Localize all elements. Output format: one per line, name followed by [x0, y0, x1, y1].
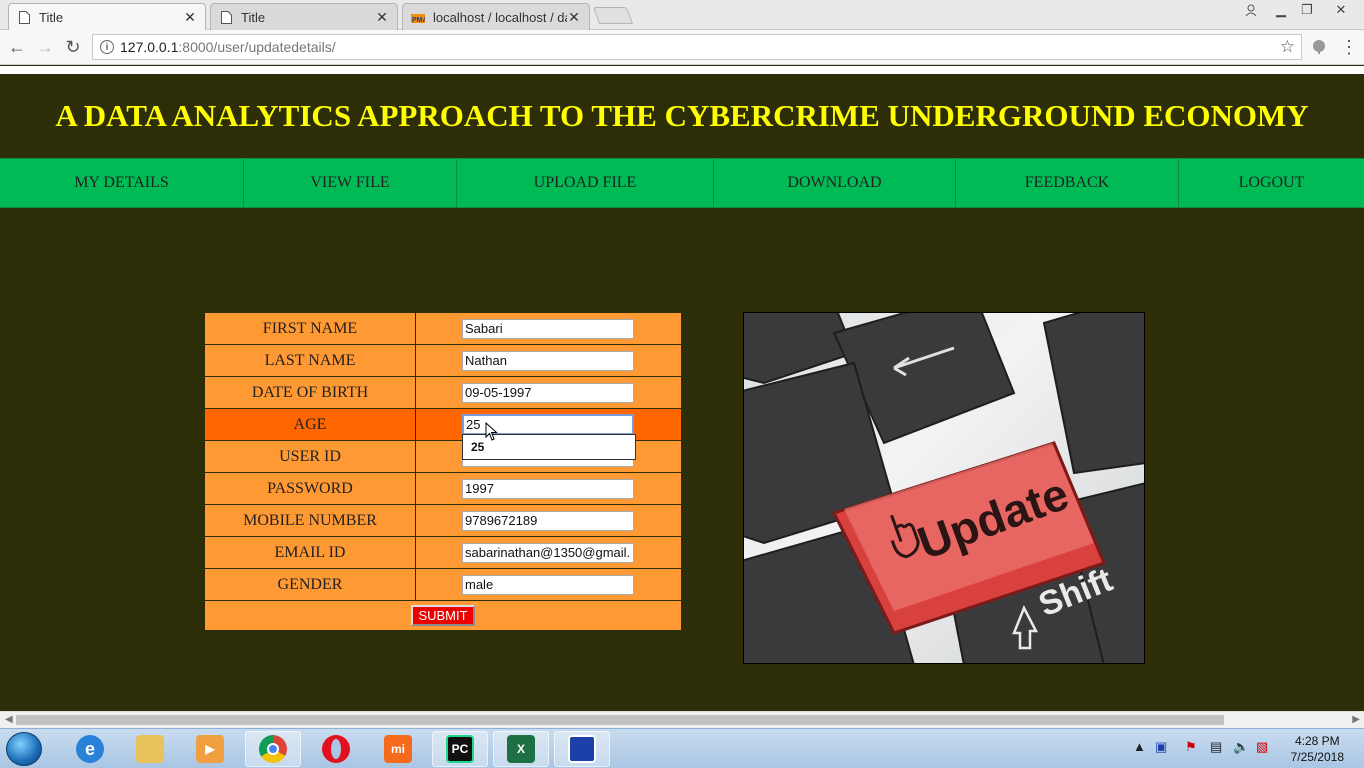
chrome-icon[interactable]	[245, 731, 301, 767]
nav-my-details[interactable]: MY DETAILS	[0, 159, 244, 207]
date-of-birth-label: DATE OF BIRTH	[204, 376, 416, 409]
snipping-tool-icon[interactable]	[554, 731, 610, 767]
close-window-icon[interactable]: ✕	[1326, 0, 1356, 20]
new-tab-button[interactable]	[592, 7, 634, 24]
url-path: :8000/user/updatedetails/	[178, 39, 336, 55]
email-id-input[interactable]	[462, 542, 634, 563]
email-id-label: EMAIL ID	[204, 536, 416, 569]
network-icon[interactable]: ▤	[1210, 739, 1222, 755]
browser-tab-2[interactable]: Title ✕	[210, 3, 398, 30]
gender-input[interactable]	[462, 574, 634, 595]
tab-title: Title	[241, 9, 266, 25]
update-details-form: FIRST NAME LAST NAME DATE OF BIRTH AGE U…	[204, 312, 682, 631]
forward-arrow-icon[interactable]: →	[34, 36, 56, 58]
back-arrow-icon[interactable]: ←	[6, 36, 28, 58]
address-bar[interactable]: i 127.0.0.1:8000/user/updatedetails/ ☆	[92, 34, 1302, 60]
start-button-icon[interactable]	[6, 732, 42, 766]
page-icon	[219, 10, 233, 24]
tray-app-icon[interactable]: ▣	[1155, 739, 1167, 755]
minimize-icon[interactable]: ▁	[1270, 0, 1292, 20]
autocomplete-suggestion[interactable]: 25	[471, 440, 484, 454]
form-row-last-name: LAST NAME	[204, 344, 682, 377]
info-icon[interactable]: i	[100, 40, 114, 54]
browser-tab-1[interactable]: Title ✕	[8, 3, 206, 31]
windows-taskbar: e ▶ mi PC X ▲ ▣ ⚑ ▤ 🔈 ▧ 4:28 PM 7/25/201…	[0, 728, 1364, 768]
form-row-email: EMAIL ID	[204, 536, 682, 569]
language-icon[interactable]: ▧	[1256, 739, 1268, 755]
user-profile-icon[interactable]	[1240, 0, 1262, 20]
nav-logout[interactable]: LOGOUT	[1179, 159, 1364, 207]
url-host: 127.0.0.1	[120, 39, 179, 55]
pycharm-icon[interactable]: PC	[432, 731, 488, 767]
user-id-label: USER ID	[204, 440, 416, 473]
site-header: A DATA ANALYTICS APPROACH TO THE CYBERCR…	[0, 74, 1364, 158]
action-center-flag-icon[interactable]: ⚑	[1185, 739, 1197, 755]
nav-download[interactable]: DOWNLOAD	[714, 159, 956, 207]
menu-icon[interactable]: ⋮	[1338, 36, 1360, 58]
update-keyboard-image: Update Shift	[743, 312, 1145, 664]
gender-label: GENDER	[204, 568, 416, 601]
form-row-dob: DATE OF BIRTH	[204, 376, 682, 409]
volume-icon[interactable]: 🔈	[1233, 739, 1249, 755]
close-tab-icon[interactable]: ✕	[183, 9, 197, 26]
form-row-submit: SUBMIT	[204, 600, 682, 631]
show-hidden-icons-icon[interactable]: ▲	[1133, 739, 1146, 754]
page-icon	[17, 11, 31, 25]
page-title: A DATA ANALYTICS APPROACH TO THE CYBERCR…	[55, 98, 1309, 133]
scroll-left-arrow-icon[interactable]: ◀	[5, 714, 13, 725]
clock-time: 4:28 PM	[1294, 734, 1340, 748]
restore-icon[interactable]: ❐	[1296, 0, 1318, 20]
nav-feedback[interactable]: FEEDBACK	[956, 159, 1179, 207]
excel-icon[interactable]: X	[493, 731, 549, 767]
reload-icon[interactable]: ↻	[62, 36, 84, 58]
form-row-first-name: FIRST NAME	[204, 312, 682, 345]
first-name-input[interactable]	[462, 318, 634, 339]
opera-icon[interactable]	[308, 731, 364, 767]
scroll-right-arrow-icon[interactable]: ▶	[1352, 714, 1360, 725]
nav-upload-file[interactable]: UPLOAD FILE	[457, 159, 714, 207]
clock-date: 7/25/2018	[1290, 750, 1344, 764]
svg-text:PMA: PMA	[412, 17, 425, 23]
browser-tab-bar: Title ✕ Title ✕ PMA localhost / localhos…	[0, 0, 1364, 31]
close-tab-icon[interactable]: ✕	[567, 9, 581, 26]
mouse-cursor-icon	[485, 422, 498, 441]
form-row-mobile: MOBILE NUMBER	[204, 504, 682, 537]
scrollbar-thumb[interactable]	[16, 715, 1224, 725]
explorer-icon[interactable]	[122, 731, 178, 767]
date-of-birth-input[interactable]	[462, 382, 634, 403]
system-clock[interactable]: 4:28 PM 7/25/2018	[1291, 733, 1344, 765]
bookmark-star-icon[interactable]: ☆	[1280, 37, 1295, 57]
password-label: PASSWORD	[204, 472, 416, 505]
password-input[interactable]	[462, 478, 634, 499]
form-row-password: PASSWORD	[204, 472, 682, 505]
browser-tab-3[interactable]: PMA localhost / localhost / da ✕	[402, 3, 590, 30]
mobile-number-label: MOBILE NUMBER	[204, 504, 416, 537]
horizontal-scrollbar[interactable]: ◀ ▶	[0, 711, 1364, 728]
browser-toolbar: ← → ↻ i 127.0.0.1:8000/user/updatedetail…	[0, 30, 1364, 65]
last-name-input[interactable]	[462, 350, 634, 371]
first-name-label: FIRST NAME	[204, 312, 416, 345]
extension-icon[interactable]	[1308, 36, 1330, 58]
phpmyadmin-icon: PMA	[411, 10, 425, 24]
last-name-label: LAST NAME	[204, 344, 416, 377]
age-label: AGE	[204, 408, 416, 441]
close-tab-icon[interactable]: ✕	[375, 9, 389, 26]
tab-title: Title	[39, 10, 64, 25]
tab-title: localhost / localhost / da	[433, 9, 567, 25]
mi-icon[interactable]: mi	[370, 731, 426, 767]
media-player-icon[interactable]: ▶	[182, 731, 238, 767]
nav-view-file[interactable]: VIEW FILE	[244, 159, 457, 207]
mobile-number-input[interactable]	[462, 510, 634, 531]
submit-button[interactable]: SUBMIT	[411, 605, 475, 626]
form-row-gender: GENDER	[204, 568, 682, 601]
ie-icon[interactable]: e	[62, 731, 118, 767]
page-top-gap	[0, 66, 1364, 74]
main-nav: MY DETAILS VIEW FILE UPLOAD FILE DOWNLOA…	[0, 158, 1364, 208]
